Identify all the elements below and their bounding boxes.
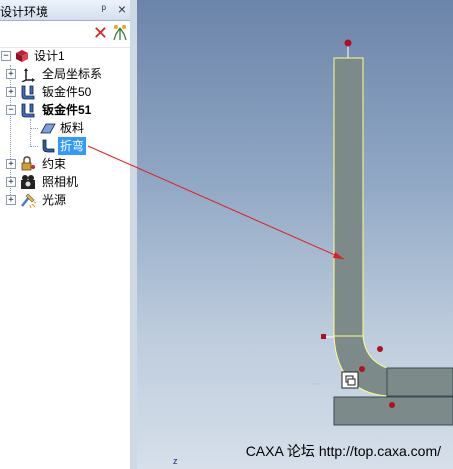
tree-item-label: 光源 xyxy=(42,193,67,207)
flange-handle[interactable] xyxy=(389,402,395,408)
tree-item-label: 折弯 xyxy=(58,137,87,155)
horizontal-flange[interactable] xyxy=(386,367,453,397)
tree-item-plate[interactable]: 板料 xyxy=(0,119,130,137)
tree-item-label: 全局坐标系 xyxy=(42,67,103,81)
delete-icon[interactable]: ✕ xyxy=(93,23,108,44)
design-root-icon xyxy=(16,50,28,62)
tree-item-label: 照相机 xyxy=(42,175,79,189)
close-icon[interactable]: × xyxy=(118,1,126,17)
expand-icon[interactable]: + xyxy=(6,87,16,97)
model-canvas[interactable]: ∙∙∙ xyxy=(137,0,453,469)
light-icon xyxy=(21,193,36,208)
sheetmetal-icon xyxy=(21,103,35,118)
panel-toolbar: ✕ xyxy=(0,21,130,48)
tree-item-label: 钣金件50 xyxy=(42,85,92,99)
tree-item-global-coords[interactable]: + 全局坐标系 xyxy=(0,65,130,83)
tree-item-camera[interactable]: + 照相机 xyxy=(0,173,130,191)
expand-icon[interactable]: + xyxy=(6,159,16,169)
bend-radius-handle[interactable] xyxy=(377,346,383,352)
bend-angle-handle[interactable] xyxy=(359,366,365,372)
design-environment-panel: 设计环境 ᵖ × ✕ − 设计1 + 全局坐标系 + 钣金件50 − 钣金件51… xyxy=(0,0,131,469)
constraint-icon xyxy=(21,156,35,171)
tree-item-constraints[interactable]: + 约束 xyxy=(0,155,130,173)
tree-item-light[interactable]: + 光源 xyxy=(0,191,130,209)
collapse-icon[interactable]: − xyxy=(1,51,11,61)
panel-titlebar: 设计环境 ᵖ × xyxy=(0,0,130,21)
tree-item-bend[interactable]: 折弯 xyxy=(0,137,130,155)
tree-item-label: 设计1 xyxy=(34,49,65,63)
tree-item-design1[interactable]: − 设计1 xyxy=(0,47,130,65)
expand-icon[interactable]: + xyxy=(6,195,16,205)
camera-icon xyxy=(21,175,35,189)
expand-icon[interactable]: + xyxy=(6,69,16,79)
cyan-indicator: ∙∙∙ xyxy=(313,379,320,388)
lower-part[interactable] xyxy=(333,396,453,426)
tree-item-label: 约束 xyxy=(42,157,67,171)
tree-item-sheetmetal51[interactable]: − 钣金件51 xyxy=(0,101,130,119)
watermark: CAXA 论坛 http://top.caxa.com/ xyxy=(245,443,441,459)
3d-viewport[interactable]: ∙∙∙ z CAXA 论坛 http://top.caxa.com/ xyxy=(137,0,453,469)
pin-icon[interactable]: ᵖ xyxy=(101,2,106,16)
tree-item-label: 板料 xyxy=(60,121,85,135)
panel-splitter[interactable] xyxy=(130,0,137,469)
top-handle[interactable] xyxy=(344,39,352,47)
expand-icon[interactable]: + xyxy=(6,177,16,187)
bend-icon xyxy=(42,139,55,153)
bend-start-handle[interactable] xyxy=(321,334,326,339)
axis-z-label: z xyxy=(173,456,178,466)
panel-title: 设计环境 xyxy=(0,5,49,19)
vertical-leg[interactable] xyxy=(333,57,364,337)
tree-item-label: 钣金件51 xyxy=(42,103,92,117)
sheetmetal-icon xyxy=(21,85,35,100)
plate-icon xyxy=(40,123,56,134)
collapse-icon[interactable]: − xyxy=(6,105,16,115)
tree-item-sheetmetal50[interactable]: + 钣金件50 xyxy=(0,83,130,101)
axes-icon xyxy=(21,68,35,82)
tree-structure-icon[interactable] xyxy=(112,24,128,42)
